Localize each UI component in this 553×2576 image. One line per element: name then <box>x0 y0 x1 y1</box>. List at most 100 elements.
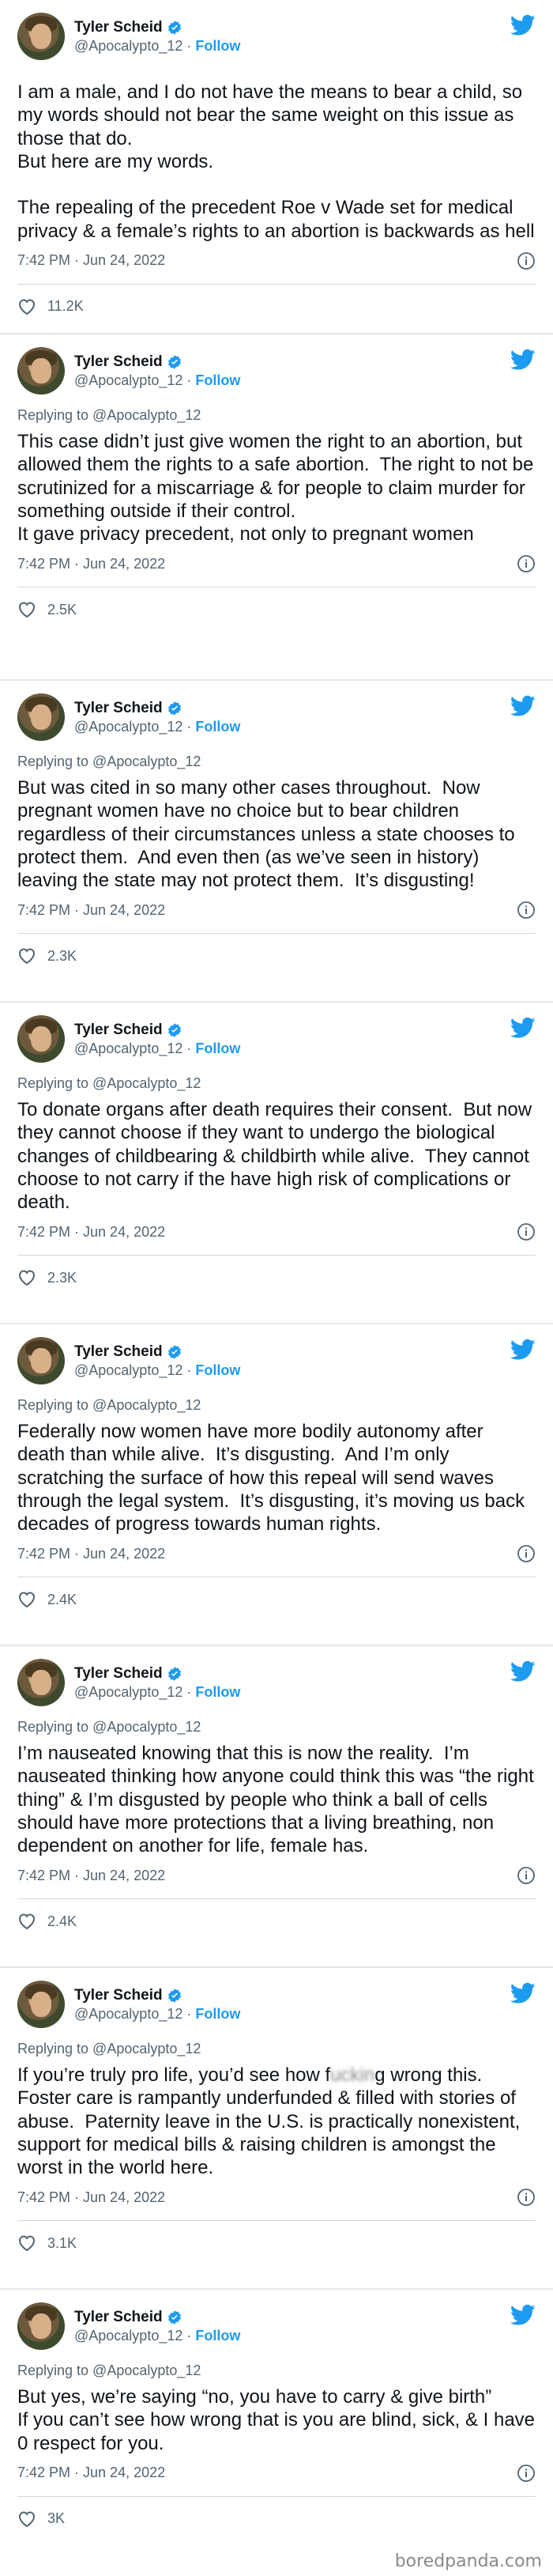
info-icon[interactable] <box>517 901 536 920</box>
author-block: Tyler Scheid @Apocalypto_12 · Follow <box>74 1664 510 1701</box>
author-name[interactable]: Tyler Scheid <box>74 353 163 372</box>
heart-icon[interactable] <box>17 2510 36 2528</box>
heart-icon[interactable] <box>17 1913 36 1930</box>
heart-icon[interactable] <box>17 601 36 618</box>
follow-button[interactable]: Follow <box>195 1684 240 1700</box>
author-name[interactable]: Tyler Scheid <box>74 699 163 718</box>
verified-badge-icon <box>167 1667 181 1681</box>
replying-to[interactable]: Replying to @Apocalypto_12 <box>17 1397 536 1414</box>
heart-icon[interactable] <box>17 298 36 315</box>
tweet-card[interactable]: Tyler Scheid @Apocalypto_12 · Follow I a… <box>0 0 553 334</box>
info-icon[interactable] <box>517 251 536 270</box>
follow-button[interactable]: Follow <box>195 719 240 735</box>
like-row[interactable]: 2.3K <box>17 1256 536 1300</box>
avatar[interactable] <box>17 1015 65 1063</box>
heart-icon[interactable] <box>17 1591 36 1608</box>
tweet-card[interactable]: Tyler Scheid @Apocalypto_12 · Follow Rep… <box>0 1646 553 1968</box>
avatar[interactable] <box>17 693 65 741</box>
author-handle[interactable]: @Apocalypto_12 <box>74 1041 182 1056</box>
info-icon[interactable] <box>517 2188 536 2207</box>
tweet-timestamp[interactable]: 7:42 PM · Jun 24, 2022 <box>17 556 165 572</box>
tweet-timestamp[interactable]: 7:42 PM · Jun 24, 2022 <box>17 2465 165 2481</box>
heart-icon[interactable] <box>17 2234 36 2252</box>
info-icon[interactable] <box>517 1544 536 1563</box>
like-row[interactable]: 2.4K <box>17 1577 536 1622</box>
author-name[interactable]: Tyler Scheid <box>74 1343 163 1362</box>
replying-to[interactable]: Replying to @Apocalypto_12 <box>17 1719 536 1736</box>
info-icon[interactable] <box>517 1866 536 1885</box>
like-count: 2.4K <box>47 1913 77 1929</box>
follow-button[interactable]: Follow <box>195 38 240 54</box>
twitter-bird-icon[interactable] <box>510 14 536 36</box>
info-icon[interactable] <box>517 2464 536 2483</box>
replying-to[interactable]: Replying to @Apocalypto_12 <box>17 754 536 770</box>
separator: · <box>186 718 192 735</box>
twitter-bird-icon[interactable] <box>510 1339 536 1361</box>
replying-to[interactable]: Replying to @Apocalypto_12 <box>17 2363 536 2379</box>
avatar[interactable] <box>17 1337 65 1384</box>
tweet-timestamp[interactable]: 7:42 PM · Jun 24, 2022 <box>17 1546 165 1562</box>
heart-icon[interactable] <box>17 947 36 965</box>
like-row[interactable]: 2.5K <box>17 587 536 632</box>
tweet-card[interactable]: Tyler Scheid @Apocalypto_12 · Follow Rep… <box>0 1324 553 1646</box>
tweet-header: Tyler Scheid @Apocalypto_12 · Follow <box>17 693 536 741</box>
like-row[interactable]: 11.2K <box>17 285 536 329</box>
tweet-card[interactable]: Tyler Scheid @Apocalypto_12 · Follow Rep… <box>0 1003 553 1324</box>
author-handle[interactable]: @Apocalypto_12 <box>74 38 182 54</box>
like-count: 2.5K <box>47 601 77 618</box>
replying-to[interactable]: Replying to @Apocalypto_12 <box>17 1075 536 1092</box>
follow-button[interactable]: Follow <box>195 2006 240 2022</box>
tweet-card[interactable]: Tyler Scheid @Apocalypto_12 · Follow Rep… <box>0 2290 553 2576</box>
tweet-card[interactable]: Tyler Scheid @Apocalypto_12 · Follow Rep… <box>0 681 553 1003</box>
tweet-card[interactable]: Tyler Scheid @Apocalypto_12 · Follow Rep… <box>0 1968 553 2290</box>
twitter-bird-icon[interactable] <box>510 1660 536 1683</box>
avatar[interactable] <box>17 1981 65 2028</box>
author-block: Tyler Scheid @Apocalypto_12 · Follow <box>74 353 510 389</box>
follow-button[interactable]: Follow <box>195 2328 240 2344</box>
tweet-timestamp[interactable]: 7:42 PM · Jun 24, 2022 <box>17 1868 165 1884</box>
twitter-bird-icon[interactable] <box>510 1017 536 1039</box>
verified-badge-icon <box>167 1345 181 1359</box>
tweet-timestamp[interactable]: 7:42 PM · Jun 24, 2022 <box>17 902 165 919</box>
author-name[interactable]: Tyler Scheid <box>74 1986 163 2005</box>
twitter-bird-icon[interactable] <box>510 695 536 717</box>
avatar[interactable] <box>17 1659 65 1706</box>
info-icon[interactable] <box>517 554 536 573</box>
author-handle[interactable]: @Apocalypto_12 <box>74 2006 182 2022</box>
like-row[interactable]: 2.3K <box>17 934 536 978</box>
like-row[interactable]: 2.4K <box>17 1899 536 1943</box>
replying-to[interactable]: Replying to @Apocalypto_12 <box>17 2041 536 2057</box>
tweet-timestamp[interactable]: 7:42 PM · Jun 24, 2022 <box>17 1224 165 1241</box>
info-icon[interactable] <box>517 1222 536 1241</box>
author-handle[interactable]: @Apocalypto_12 <box>74 1684 182 1700</box>
author-name[interactable]: Tyler Scheid <box>74 1021 163 1040</box>
follow-button[interactable]: Follow <box>195 1362 240 1378</box>
tweet-card[interactable]: Tyler Scheid @Apocalypto_12 · Follow Rep… <box>0 334 553 681</box>
twitter-bird-icon[interactable] <box>510 2304 536 2326</box>
follow-button[interactable]: Follow <box>195 372 240 388</box>
author-name[interactable]: Tyler Scheid <box>74 18 163 37</box>
author-name[interactable]: Tyler Scheid <box>74 2308 163 2327</box>
like-count: 3K <box>47 2510 66 2527</box>
tweet-timestamp[interactable]: 7:42 PM · Jun 24, 2022 <box>17 2189 165 2206</box>
tweet-text: This case didn’t just give women the rig… <box>17 431 534 546</box>
avatar[interactable] <box>17 347 65 395</box>
avatar[interactable] <box>17 2302 65 2350</box>
like-row[interactable]: 3K <box>17 2497 536 2541</box>
heart-icon[interactable] <box>17 1269 36 1286</box>
author-handle[interactable]: @Apocalypto_12 <box>74 372 182 388</box>
twitter-bird-icon[interactable] <box>510 1982 536 2004</box>
verified-badge-icon <box>167 701 181 716</box>
author-handle[interactable]: @Apocalypto_12 <box>74 719 182 735</box>
follow-button[interactable]: Follow <box>195 1041 240 1056</box>
like-row[interactable]: 3.1K <box>17 2221 536 2265</box>
replying-to[interactable]: Replying to @Apocalypto_12 <box>17 407 536 424</box>
separator: · <box>186 2005 192 2022</box>
author-name[interactable]: Tyler Scheid <box>74 1664 163 1683</box>
avatar[interactable] <box>17 13 65 60</box>
author-handle[interactable]: @Apocalypto_12 <box>74 2328 182 2344</box>
censored-word: uckin <box>330 2064 375 2086</box>
tweet-timestamp[interactable]: 7:42 PM · Jun 24, 2022 <box>17 252 165 269</box>
author-handle[interactable]: @Apocalypto_12 <box>74 1362 182 1378</box>
twitter-bird-icon[interactable] <box>510 349 536 371</box>
